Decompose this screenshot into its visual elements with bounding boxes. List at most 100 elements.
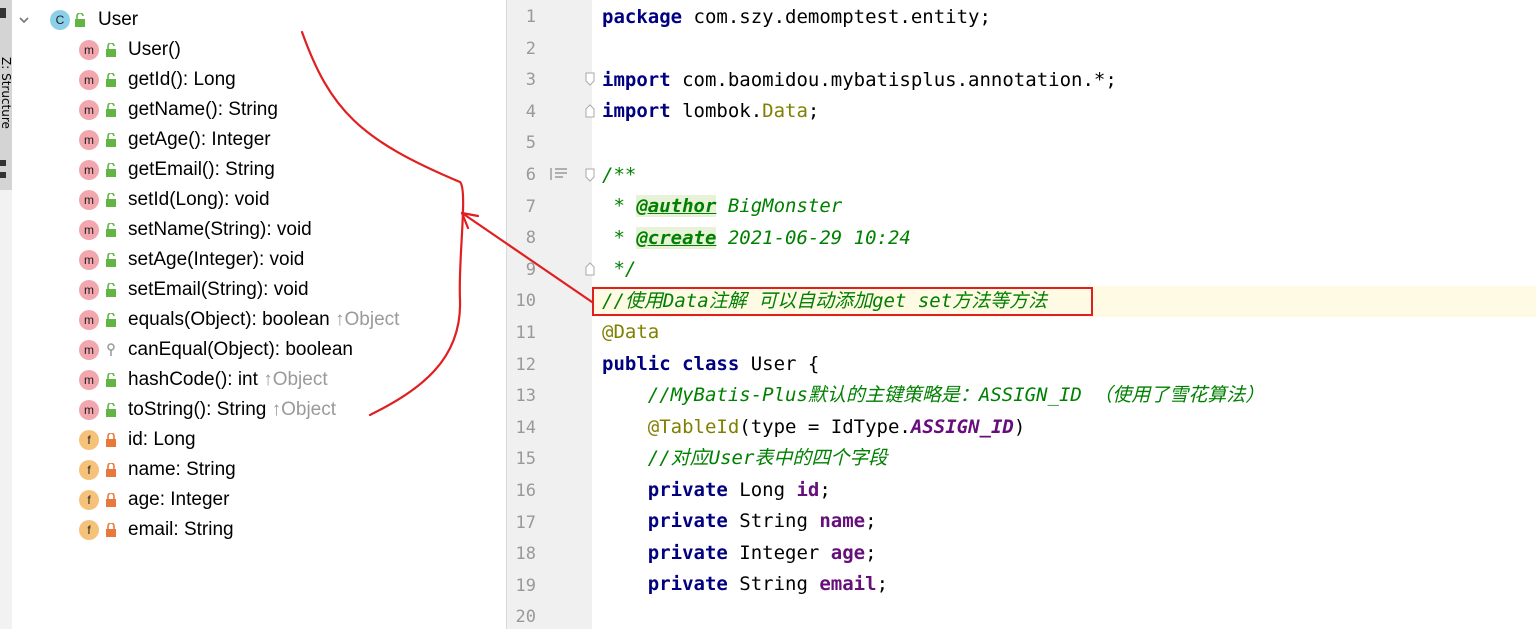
tree-method-item[interactable]: m getName(): String [12,95,506,125]
member-label: getAge(): Integer [128,129,271,151]
private-lock-icon [106,463,116,477]
member-label: getId(): Long [128,69,236,91]
tree-field-item[interactable]: f id: Long [12,425,506,455]
method-icon: m [79,250,99,270]
public-lock-icon [106,223,116,237]
public-lock-icon [106,43,116,57]
line-number: 9 [525,259,536,280]
method-icon: m [79,190,99,210]
code-line: public class User { [602,353,820,375]
tree-method-item[interactable]: m setName(String): void [12,215,506,245]
member-signature: age: Integer [128,489,230,510]
public-lock-icon [106,253,116,267]
tree-method-item[interactable]: m toString(): String ↑Object [12,395,506,425]
member-label: getEmail(): String [128,159,275,181]
code-line: @Data [602,321,660,343]
member-signature: setId(Long): void [128,189,270,210]
tree-method-item[interactable]: m User() [12,35,506,65]
public-lock-icon [106,313,116,327]
line-number: 8 [525,228,536,249]
chevron-down-icon[interactable] [18,14,30,26]
method-icon: m [79,130,99,150]
tree-method-item[interactable]: m getAge(): Integer [12,125,506,155]
member-label: id: Long [128,429,196,451]
inherited-from-label: ↑Object [263,369,328,390]
member-signature: getEmail(): String [128,159,275,180]
method-icon: m [79,160,99,180]
private-lock-icon [106,523,116,537]
fold-marker-icon[interactable] [585,262,595,276]
line-number: 17 [515,512,536,533]
fold-marker-icon[interactable] [585,168,595,182]
line-number: 16 [515,481,536,501]
code-line: * @create 2021-06-29 10:24 [602,227,911,249]
tool-window-strip: Z: Structure [0,0,13,629]
method-icon: m [79,400,99,420]
class-icon: C [50,10,70,30]
tree-field-item[interactable]: f email: String [12,515,506,545]
private-lock-icon [106,433,116,447]
member-signature: setEmail(String): void [128,279,309,300]
tree-method-item[interactable]: m equals(Object): boolean ↑Object [12,305,506,335]
code-line: */ [602,258,637,280]
public-lock-icon [106,193,116,207]
code-line: private Long id; [602,479,831,501]
fold-marker-icon[interactable] [585,72,595,86]
tree-method-item[interactable]: m setEmail(String): void [12,275,506,305]
tree-method-item[interactable]: m canEqual(Object): boolean [12,335,506,365]
method-icon: m [79,370,99,390]
inherited-from-label: ↑Object [335,309,400,330]
private-lock-icon [106,493,116,507]
field-icon: f [79,490,99,510]
line-number: 1 [525,7,536,27]
tree-field-item[interactable]: f age: Integer [12,485,506,515]
code-line: import com.baomidou.mybatisplus.annotati… [602,69,1117,91]
tree-root-class[interactable]: C User [12,5,506,35]
strip-marker-icon [0,160,6,166]
member-label: email: String [128,519,234,541]
member-signature: getAge(): Integer [128,129,271,150]
tree-method-item[interactable]: m setAge(Integer): void [12,245,506,275]
member-label: hashCode(): int ↑Object [128,369,328,391]
doc-render-icon[interactable] [550,167,568,181]
tree-method-item[interactable]: m setId(Long): void [12,185,506,215]
public-lock-icon [106,103,116,117]
line-number: 19 [515,575,536,596]
member-signature: email: String [128,519,234,540]
member-signature: equals(Object): boolean [128,309,330,330]
method-icon: m [79,220,99,240]
line-number: 3 [525,70,536,91]
field-icon: f [79,430,99,450]
line-number: 2 [525,38,536,59]
method-icon: m [79,310,99,330]
structure-tree: C User m User() m getId(): Long m getName(): … [12,0,506,629]
fold-marker-icon[interactable] [585,104,595,118]
line-number: 11 [515,323,536,343]
method-icon: m [79,70,99,90]
member-signature: name: String [128,459,236,480]
member-signature: getName(): String [128,99,278,120]
public-lock-icon [106,133,116,147]
tree-method-item[interactable]: m getEmail(): String [12,155,506,185]
strip-marker-icon [0,8,6,18]
code-line: //MyBatis-Plus默认的主键策略是：ASSIGN_ID （使用了雪花算… [602,384,1265,406]
strip-marker-icon [0,172,6,178]
member-label: toString(): String ↑Object [128,399,336,421]
code-line: @TableId(type = IdType.ASSIGN_ID) [647,416,1026,438]
tree-method-item[interactable]: m hashCode(): int ↑Object [12,365,506,395]
line-number: 7 [525,196,536,217]
line-number: 13 [515,386,536,407]
inherited-from-label: ↑Object [271,399,337,420]
member-label: setName(String): void [128,219,312,241]
member-signature: toString(): String [128,399,267,420]
tree-field-item[interactable]: f name: String [12,455,506,485]
protected-key-icon [107,343,115,356]
member-label: setId(Long): void [128,189,270,211]
method-icon: m [79,40,99,60]
member-signature: getId(): Long [128,69,236,90]
public-lock-icon [106,163,116,177]
method-icon: m [79,280,99,300]
public-lock-icon [106,373,116,387]
member-label: age: Integer [128,489,229,511]
tree-method-item[interactable]: m getId(): Long [12,65,506,95]
